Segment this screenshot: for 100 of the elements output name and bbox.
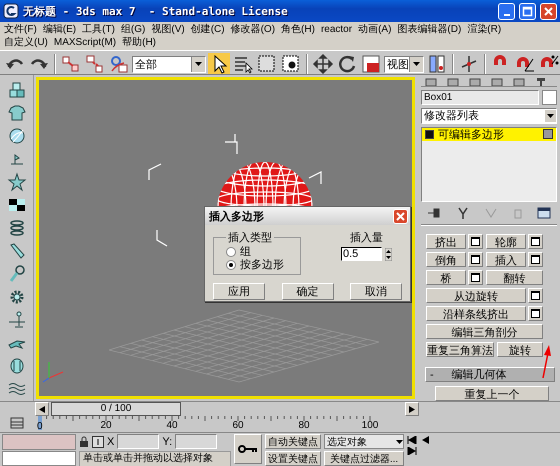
command-button[interactable]: 轮廓 — [486, 234, 526, 249]
shirt-icon[interactable] — [6, 103, 26, 123]
menu-item[interactable]: reactor — [320, 23, 352, 36]
boxes-icon[interactable] — [6, 80, 26, 100]
spinner-icon[interactable] — [385, 248, 392, 260]
menu-item[interactable]: 渲染(R) — [467, 23, 502, 36]
command-button[interactable]: 从边旋转 — [426, 288, 526, 303]
rollout-header[interactable]: - 编辑几何体 — [425, 367, 555, 382]
command-button[interactable]: 翻转 — [486, 270, 543, 285]
y-label: Y: — [162, 436, 172, 448]
command-button[interactable]: 旋转 — [497, 342, 543, 357]
menu-item[interactable]: 图表编辑器(D) — [397, 23, 462, 36]
settings-button[interactable] — [528, 306, 543, 321]
menu-item[interactable]: 自定义(U) — [4, 36, 48, 49]
command-button[interactable]: 桥 — [426, 270, 466, 285]
stack-item[interactable]: 可编辑多边形 — [422, 128, 556, 141]
minimize-icon — [504, 14, 510, 16]
close-button[interactable] — [393, 208, 408, 224]
pin-icon[interactable] — [427, 207, 441, 219]
frame-label: 20 — [100, 420, 112, 431]
collapse-toggle[interactable]: - — [430, 368, 434, 380]
previous-key-icon[interactable] — [420, 436, 430, 444]
check-icon[interactable] — [484, 207, 498, 219]
settings-button[interactable] — [468, 270, 483, 285]
auto-key-button[interactable]: 自动关键点 — [265, 434, 321, 449]
menu-item[interactable]: 帮助(H) — [122, 36, 156, 49]
scale-icon[interactable] — [360, 53, 382, 74]
menu-item[interactable]: 创建(C) — [190, 23, 225, 36]
previous-frame-button[interactable] — [35, 402, 49, 416]
settings-button[interactable] — [468, 252, 483, 267]
object-color-swatch[interactable] — [542, 90, 557, 105]
frame-counter-button[interactable]: 0 / 100 — [51, 402, 181, 416]
frame-label: 80 — [298, 420, 310, 431]
minimize-button[interactable] — [498, 2, 515, 20]
move-icon[interactable] — [312, 53, 334, 74]
command-button[interactable]: 倒角 — [426, 252, 466, 267]
close-icon — [396, 212, 405, 220]
figure-icon[interactable] — [6, 310, 26, 330]
maximize-button[interactable] — [519, 2, 536, 20]
menu-item[interactable]: 编辑(E) — [42, 23, 76, 36]
command-button[interactable]: 重复三角算法 — [426, 342, 494, 357]
set-key-button[interactable] — [234, 434, 262, 464]
dialog-button[interactable]: 确定 — [282, 283, 334, 300]
close-icon — [543, 6, 554, 16]
close-button[interactable] — [540, 2, 557, 20]
command-button[interactable]: 编辑三角剖分 — [426, 324, 543, 339]
toggle-icon[interactable] — [543, 129, 553, 140]
absolute-mode-icon[interactable] — [92, 436, 104, 448]
radio-button[interactable] — [226, 246, 236, 256]
x-label: X — [107, 436, 114, 448]
menu-item[interactable]: 角色(H) — [281, 23, 315, 36]
selection-filter-dropdown[interactable]: 全部 — [132, 56, 206, 72]
frame-label: 0 — [37, 421, 43, 432]
reference-coordinate-dropdown[interactable]: 视图 — [384, 56, 424, 72]
app-icon — [3, 3, 19, 19]
dialog-button[interactable]: 取消 — [350, 283, 402, 300]
command-button[interactable]: 沿样条线挤出 — [426, 306, 526, 321]
menu-item[interactable]: 修改器(O) — [230, 23, 276, 36]
maxscript-input-field[interactable] — [2, 450, 76, 466]
group-label: 插入类型 — [227, 231, 273, 245]
sphere-icon[interactable] — [6, 126, 26, 146]
modifier-list-dropdown[interactable]: 修改器列表 — [421, 108, 557, 124]
x-coordinate-field[interactable] — [117, 434, 160, 449]
menu-item[interactable]: 工具(T) — [82, 23, 115, 36]
field-label: 插入量 — [350, 231, 383, 245]
go-to-start-icon[interactable] — [407, 436, 417, 444]
command-button[interactable]: 插入 — [486, 252, 526, 267]
menu-item[interactable]: 文件(F) — [4, 23, 37, 36]
key-filters-button[interactable]: 关键点过滤器... — [324, 451, 404, 466]
maxscript-listener-field[interactable] — [2, 434, 76, 450]
settings-button[interactable] — [528, 288, 543, 303]
dialog-button[interactable]: 应用 — [213, 283, 265, 300]
configure-icon[interactable] — [537, 207, 551, 219]
key-mode-dropdown[interactable]: 选定对象 — [324, 434, 404, 449]
frame-label: 100 — [362, 420, 378, 431]
command-button[interactable]: 挤出 — [426, 234, 466, 249]
radio-label: 按多边形 — [240, 258, 284, 272]
amount-field[interactable]: 0.5 — [341, 247, 382, 261]
expand-icon[interactable] — [425, 130, 434, 139]
radio-button[interactable] — [226, 260, 236, 270]
object-name-field[interactable]: Box01 — [421, 90, 539, 105]
select-icon[interactable] — [208, 53, 230, 74]
menu-item[interactable]: 视图(V) — [151, 23, 185, 36]
set-key-mode-button[interactable]: 设置关键点 — [265, 451, 321, 466]
star-icon[interactable] — [6, 172, 26, 192]
go-to-end-icon[interactable] — [407, 447, 417, 455]
settings-button[interactable] — [468, 234, 483, 249]
key-icon — [238, 444, 258, 454]
menu-item[interactable]: MAXScript(M) — [54, 36, 116, 49]
settings-button[interactable] — [528, 252, 543, 267]
dropdown-arrow-icon — [195, 62, 202, 66]
fork-icon[interactable] — [456, 207, 470, 219]
menu-item[interactable]: 组(G) — [120, 23, 146, 36]
lock-icon[interactable] — [79, 436, 89, 448]
y-coordinate-field[interactable] — [175, 434, 218, 449]
settings-button[interactable] — [528, 234, 543, 249]
previous-frame-icon — [39, 406, 45, 412]
menu-item[interactable]: 动画(A) — [358, 23, 392, 36]
next-frame-button[interactable] — [405, 402, 419, 416]
repeat-last-button[interactable]: 重复上一个 — [435, 386, 549, 401]
